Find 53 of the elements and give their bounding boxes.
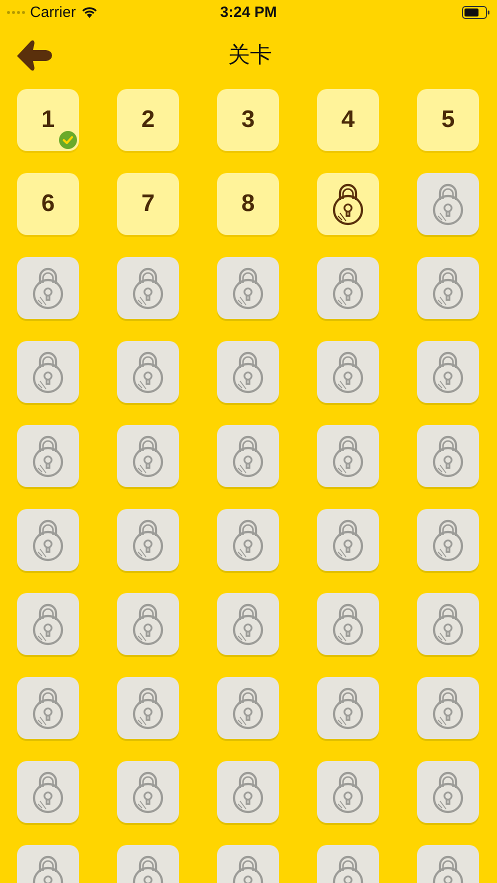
page-title: 关卡 <box>228 41 272 69</box>
lock-icon <box>30 434 66 478</box>
lock-icon <box>230 266 266 310</box>
lock-icon <box>30 266 66 310</box>
lock-icon <box>30 518 66 562</box>
lock-icon <box>230 686 266 730</box>
level-button[interactable]: 3 <box>217 89 279 151</box>
lock-icon <box>130 518 166 562</box>
signal-icon <box>7 10 25 14</box>
lock-icon <box>430 434 466 478</box>
lock-icon <box>330 602 366 646</box>
battery-icon <box>462 6 490 18</box>
lock-icon <box>30 350 66 394</box>
lock-icon <box>230 770 266 814</box>
level-button[interactable]: 8 <box>217 173 279 235</box>
lock-icon <box>30 602 66 646</box>
lock-icon <box>230 434 266 478</box>
lock-icon <box>430 182 466 226</box>
lock-icon <box>130 350 166 394</box>
lock-icon <box>130 434 166 478</box>
lock-icon <box>430 266 466 310</box>
lock-icon <box>330 182 366 226</box>
lock-icon <box>330 518 366 562</box>
level-button[interactable]: 6 <box>17 173 79 235</box>
lock-icon <box>130 602 166 646</box>
lock-icon <box>130 686 166 730</box>
level-button[interactable]: 4 <box>317 89 379 151</box>
lock-icon <box>330 770 366 814</box>
lock-icon <box>430 686 466 730</box>
lock-icon <box>430 770 466 814</box>
clock-time: 3:24 PM <box>220 4 277 20</box>
lock-icon <box>330 266 366 310</box>
lock-icon <box>30 686 66 730</box>
back-button[interactable] <box>15 38 53 72</box>
carrier-name: Carrier <box>30 4 76 20</box>
lock-icon <box>430 602 466 646</box>
lock-icon <box>330 350 366 394</box>
lock-icon <box>330 434 366 478</box>
wifi-icon <box>80 6 98 18</box>
level-button[interactable]: 2 <box>117 89 179 151</box>
level-button[interactable]: 7 <box>117 173 179 235</box>
level-button[interactable] <box>317 173 379 235</box>
level-button[interactable]: 1 <box>17 89 79 151</box>
lock-icon <box>130 266 166 310</box>
lock-icon <box>30 770 66 814</box>
lock-icon <box>230 518 266 562</box>
lock-icon <box>130 770 166 814</box>
lock-icon <box>230 350 266 394</box>
lock-icon <box>330 686 366 730</box>
lock-icon <box>430 350 466 394</box>
lock-icon <box>230 602 266 646</box>
lock-icon <box>430 518 466 562</box>
level-button[interactable]: 5 <box>417 89 479 151</box>
